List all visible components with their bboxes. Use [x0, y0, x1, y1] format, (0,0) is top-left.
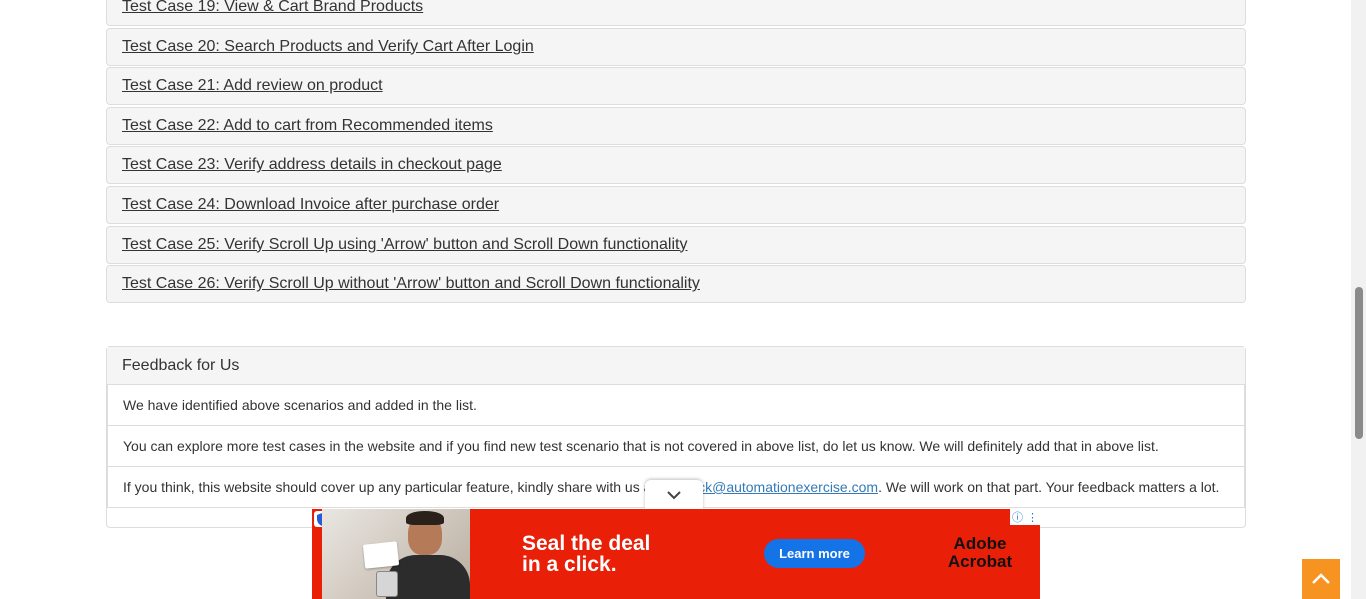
test-case-panel: Test Case 24: Download Invoice after pur… — [106, 185, 1246, 224]
test-case-panel: Test Case 26: Verify Scroll Up without '… — [106, 265, 1246, 304]
feedback-text: If you think, this website should cover … — [123, 479, 656, 495]
info-icon[interactable]: ⓘ — [1012, 509, 1023, 525]
ad-signature-card — [362, 541, 400, 569]
test-case-panel: Test Case 20: Search Products and Verify… — [106, 27, 1246, 66]
test-case-link-19[interactable]: Test Case 19: View & Cart Brand Products — [122, 0, 423, 16]
test-case-link-24[interactable]: Test Case 24: Download Invoice after pur… — [122, 196, 499, 214]
test-case-panel: Test Case 22: Add to cart from Recommend… — [106, 106, 1246, 145]
ad-headline: Seal the deal in a click. — [522, 532, 651, 576]
scroll-up-button[interactable] — [1302, 559, 1340, 599]
test-case-list: Test Case 19: View & Cart Brand Products… — [106, 0, 1246, 305]
ad-photo — [322, 509, 470, 599]
chevron-up-icon — [1312, 573, 1330, 584]
ad-person-hair — [406, 511, 444, 525]
test-case-link-26[interactable]: Test Case 26: Verify Scroll Up without '… — [122, 275, 700, 293]
test-case-panel: Test Case 19: View & Cart Brand Products — [106, 0, 1246, 26]
page: Test Case 19: View & Cart Brand Products… — [0, 0, 1366, 599]
test-case-panel: Test Case 21: Add review on product — [106, 67, 1246, 106]
test-case-panel: Test Case 25: Verify Scroll Up using 'Ar… — [106, 225, 1246, 264]
test-case-link-21[interactable]: Test Case 21: Add review on product — [122, 77, 383, 95]
ad-brand: Adobe Acrobat — [947, 534, 1013, 571]
chevron-down-icon — [667, 490, 681, 499]
test-case-link-25[interactable]: Test Case 25: Verify Scroll Up using 'Ar… — [122, 236, 687, 254]
page-scrollbar[interactable] — [1351, 0, 1366, 599]
ad-learn-more-button[interactable]: Learn more — [764, 539, 865, 568]
ad-phone — [376, 571, 398, 597]
feedback-item: We have identified above scenarios and a… — [107, 385, 1245, 426]
ad-collapse-button[interactable] — [645, 480, 703, 509]
scrollbar-thumb[interactable] — [1355, 287, 1363, 439]
kebab-menu-icon[interactable]: ⋮ — [1027, 511, 1038, 524]
test-case-link-22[interactable]: Test Case 22: Add to cart from Recommend… — [122, 117, 493, 135]
ad-banner[interactable]: Seal the deal in a click. Learn more Ado… — [312, 509, 1040, 599]
test-case-panel: Test Case 23: Verify address details in … — [106, 146, 1246, 185]
test-case-link-23[interactable]: Test Case 23: Verify address details in … — [122, 156, 502, 174]
feedback-item: You can explore more test cases in the w… — [107, 426, 1245, 467]
test-case-link-20[interactable]: Test Case 20: Search Products and Verify… — [122, 38, 534, 56]
feedback-text: . We will work on that part. Your feedba… — [878, 479, 1220, 495]
feedback-title: Feedback for Us — [107, 347, 1245, 385]
ad-choices[interactable]: ⓘ ⋮ — [1010, 509, 1040, 525]
